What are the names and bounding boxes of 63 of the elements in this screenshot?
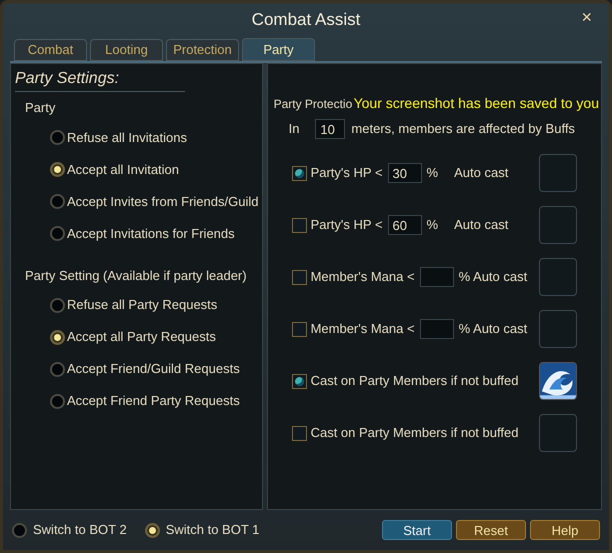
radio-button[interactable] <box>50 394 65 408</box>
skill-slot[interactable] <box>539 414 577 452</box>
percent-field[interactable]: 30 <box>388 163 422 183</box>
option-label: Accept all Invitation <box>67 160 180 179</box>
close-button[interactable]: × <box>581 8 592 26</box>
option-label: Member's Mana < <box>310 320 415 338</box>
checkbox[interactable] <box>292 426 307 440</box>
option-text: Auto cast <box>454 216 508 234</box>
option-label: Cast on Party Members if not buffed <box>310 372 518 390</box>
tab[interactable]: Looting <box>90 39 163 61</box>
section-heading: Party Protectio <box>274 96 352 113</box>
tab[interactable]: Protection <box>166 39 239 61</box>
action-button[interactable]: Help <box>530 520 600 540</box>
option-text: Auto cast <box>454 164 508 182</box>
option-label: Refuse all Invitations <box>67 128 187 147</box>
option-label: Accept all Party Requests <box>67 328 216 346</box>
option-label: Accept Invitations for Friends <box>67 224 235 243</box>
tab[interactable]: Party <box>242 38 315 61</box>
checkbox[interactable] <box>292 374 307 388</box>
radio-button[interactable] <box>50 194 65 209</box>
option-label: Refuse all Party Requests <box>67 296 218 314</box>
section-title: Party Settings: <box>15 67 185 92</box>
group-heading: Party <box>24 99 56 117</box>
range-label: In <box>288 120 300 138</box>
skill-slot[interactable] <box>539 154 577 192</box>
checkbox[interactable] <box>292 270 307 284</box>
radio-button[interactable] <box>50 130 65 145</box>
skill-slot[interactable] <box>539 310 577 348</box>
skill-slot[interactable] <box>539 206 577 244</box>
option-text: % Auto cast <box>458 268 528 286</box>
percent-field[interactable] <box>420 319 454 339</box>
option-label: Party's HP < <box>310 164 383 182</box>
checkbox[interactable] <box>292 166 307 180</box>
option-text: % Auto cast <box>458 320 528 338</box>
option-label: Accept Friend/Guild Requests <box>67 360 240 378</box>
action-button[interactable]: Reset <box>456 520 526 540</box>
window-title: Combat Assist <box>252 9 360 32</box>
option-label: Member's Mana < <box>310 268 415 286</box>
notification-text: Your screenshot has been saved to you <box>354 94 600 113</box>
radio-button[interactable] <box>50 226 65 241</box>
option-label: Cast on Party Members if not buffed <box>310 424 518 442</box>
option-text: % <box>426 216 438 234</box>
option-label: Party's HP < <box>310 216 383 234</box>
group-heading: Party Setting (Available if party leader) <box>24 266 248 285</box>
tab[interactable]: Combat <box>14 39 87 61</box>
radio-button[interactable] <box>50 162 65 177</box>
action-button[interactable]: Start <box>382 520 452 540</box>
option-text: % <box>426 164 438 182</box>
percent-field[interactable]: 60 <box>388 215 422 235</box>
range-text: meters, members are affected by Buffs <box>351 120 575 138</box>
radio-button[interactable] <box>50 298 65 312</box>
option-label: Accept Friend Party Requests <box>67 392 240 410</box>
radio-button[interactable] <box>50 330 65 344</box>
wave-icon[interactable] <box>539 362 577 400</box>
switch-label: Switch to BOT 1 <box>166 521 260 540</box>
option-label: Accept Invites from Friends/Guild <box>67 192 258 211</box>
checkbox[interactable] <box>292 322 307 336</box>
percent-field[interactable] <box>420 267 454 287</box>
checkbox[interactable] <box>292 218 307 232</box>
switch-label: Switch to BOT 2 <box>33 521 127 540</box>
range-field[interactable]: 10 <box>315 119 346 139</box>
radio-button[interactable] <box>50 362 65 376</box>
skill-slot[interactable] <box>539 258 577 296</box>
